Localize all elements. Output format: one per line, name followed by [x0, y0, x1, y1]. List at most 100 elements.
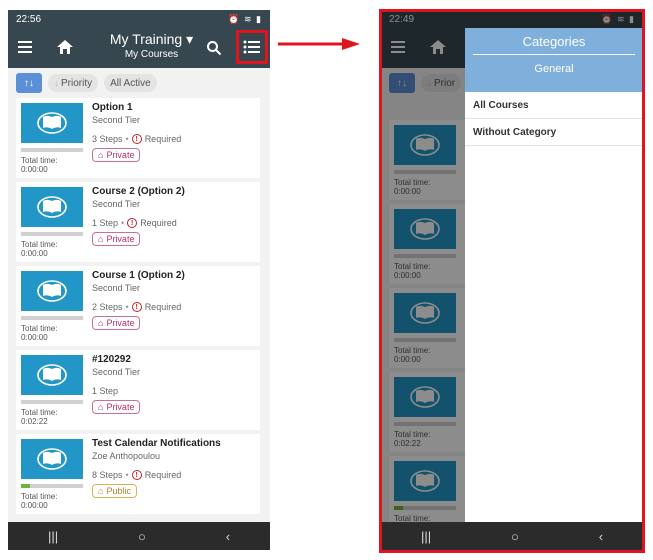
- priority-filter-chip[interactable]: ↓ Priority: [48, 74, 99, 92]
- drawer-title: Categories: [522, 34, 586, 49]
- bank-icon: ⌂: [98, 150, 104, 160]
- list-icon: [243, 40, 260, 54]
- steps-count: 1 Step: [92, 386, 119, 396]
- total-time: Total time:0:00:00: [21, 240, 57, 258]
- visibility-label: Private: [106, 402, 135, 412]
- total-time-label: Total time:: [21, 324, 58, 333]
- phone-screen-right: 22:49 ⏰ ≋ ▮ ↑↓ ↓ Prior Total time: 0:00:00…: [381, 10, 643, 550]
- status-bar: 22:56 ⏰ ≋ ▮: [8, 10, 270, 28]
- total-time-label: Total time:: [21, 408, 58, 417]
- total-time-value: 0:00:00: [21, 333, 48, 342]
- total-time-value: 0:00:00: [21, 501, 48, 510]
- visibility-badge: ⌂ Private: [92, 148, 141, 162]
- active-filter-chip[interactable]: All Active: [104, 74, 157, 92]
- bank-icon: ⌂: [98, 486, 104, 496]
- status-icons: ⏰ ≋ ▮: [228, 13, 262, 24]
- visibility-label: Private: [106, 150, 135, 160]
- total-time: Total time:0:00:00: [21, 324, 57, 342]
- total-time: Total time:0:00:00: [21, 156, 57, 174]
- back-button[interactable]: ‹: [599, 529, 603, 544]
- tab-general[interactable]: General: [465, 63, 643, 75]
- recent-apps-button[interactable]: |||: [421, 529, 431, 544]
- drawer-header: Categories General: [465, 28, 643, 92]
- course-subtitle: Second Tier: [92, 367, 141, 377]
- visibility-badge: ⌂ Public: [92, 484, 137, 498]
- required-icon: !: [131, 302, 142, 312]
- required-icon: !: [131, 134, 142, 144]
- book-icon: [21, 187, 83, 227]
- app-header: My Training ▾ My Courses: [8, 28, 270, 68]
- progress-bar: [21, 232, 83, 236]
- course-title: Option 1: [92, 102, 133, 113]
- total-time: Total time:0:00:00: [21, 492, 57, 510]
- progress-bar: [21, 316, 83, 320]
- total-time-value: 0:00:00: [21, 165, 48, 174]
- progress-bar: [21, 484, 83, 488]
- course-card[interactable]: Total time: 0:00:00 Test Calendar Notific…: [16, 434, 260, 514]
- required-icon: !: [127, 218, 138, 228]
- book-icon: [21, 439, 83, 479]
- back-button[interactable]: ‹: [226, 529, 230, 544]
- sort-button[interactable]: ↑↓: [16, 73, 42, 93]
- course-card[interactable]: Total time: 0:00:00 Option 1 Second Tier …: [16, 98, 260, 178]
- steps-count: 8 Steps: [92, 470, 123, 480]
- course-card[interactable]: Total time: 0:00:00 Course 2 (Option 2) S…: [16, 182, 260, 262]
- category-item-without-category[interactable]: Without Category: [465, 119, 643, 146]
- separator-dot: •: [125, 302, 129, 312]
- course-meta: 2 Steps •! Required: [92, 302, 181, 312]
- bank-icon: ⌂: [98, 402, 104, 412]
- course-card[interactable]: Total time: 0:02:22 #120292 Second Tier 1…: [16, 350, 260, 430]
- course-title: Test Calendar Notifications: [92, 438, 221, 449]
- course-subtitle: Second Tier: [92, 115, 141, 125]
- steps-count: 1 Step: [92, 218, 119, 228]
- required-label: Required: [144, 302, 182, 312]
- required-label: Required: [144, 134, 182, 144]
- total-time-value: 0:00:00: [21, 249, 48, 258]
- course-subtitle: Second Tier: [92, 199, 141, 209]
- progress-bar: [21, 148, 83, 152]
- total-time: Total time: 0:02:22: [21, 408, 57, 426]
- total-time-label: Total time:: [21, 492, 58, 501]
- chevron-down-icon: ▾: [186, 31, 194, 47]
- recent-apps-button[interactable]: |||: [48, 529, 58, 544]
- course-card[interactable]: Total time: 0:00:00 Course 1 (Option 2) S…: [16, 266, 260, 346]
- course-meta: 8 Steps •! Required: [92, 470, 181, 480]
- page-title: My Training: [109, 31, 183, 47]
- course-title: Course 1 (Option 2): [92, 270, 185, 281]
- home-nav-button[interactable]: ○: [511, 529, 519, 544]
- steps-count: 3 Steps: [92, 134, 123, 144]
- hamburger-icon[interactable]: [18, 41, 32, 53]
- visibility-label: Private: [106, 234, 135, 244]
- separator-dot: •: [125, 134, 129, 144]
- required-label: Required: [140, 218, 177, 228]
- system-nav-bar: ||| ○ ‹: [8, 522, 270, 550]
- course-meta: 3 Steps •! Required: [92, 134, 181, 144]
- course-meta: 1 Step •! Required: [92, 218, 177, 228]
- home-icon[interactable]: [56, 38, 74, 56]
- total-time-label: Total time:: [21, 240, 58, 249]
- visibility-label: Private: [106, 318, 135, 328]
- separator-dot: •: [125, 470, 129, 480]
- required-icon: !: [131, 470, 142, 480]
- course-meta: 1 Step: [92, 386, 118, 396]
- visibility-badge: ⌂ Private: [92, 232, 141, 246]
- system-nav-bar: ||| ○ ‹: [381, 522, 643, 550]
- visibility-label: Public: [106, 486, 131, 496]
- book-icon: [21, 271, 83, 311]
- arrow-annotation: [278, 38, 360, 50]
- title-dropdown[interactable]: My Training ▾ My Courses: [93, 31, 210, 61]
- steps-count: 2 Steps: [92, 302, 123, 312]
- priority-label: Priority: [61, 77, 93, 89]
- visibility-badge: ⌂ Private: [92, 400, 141, 414]
- search-icon[interactable]: [206, 40, 222, 56]
- total-time-label: Total time:: [21, 156, 58, 165]
- categories-list-button[interactable]: [236, 30, 268, 64]
- course-title: Course 2 (Option 2): [92, 186, 185, 197]
- progress-bar: [21, 400, 83, 404]
- home-nav-button[interactable]: ○: [138, 529, 146, 544]
- course-subtitle: Second Tier: [92, 283, 141, 293]
- required-label: Required: [144, 470, 182, 480]
- book-icon: [21, 103, 83, 143]
- category-item-all-courses[interactable]: All Courses: [465, 92, 643, 119]
- phone-screen-left: 22:56 ⏰ ≋ ▮ My Training ▾ My Courses ↑↓ …: [8, 10, 270, 550]
